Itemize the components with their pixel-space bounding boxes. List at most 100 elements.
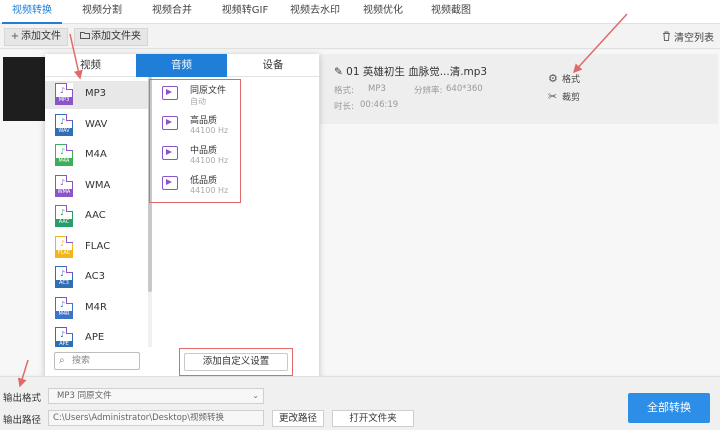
- change-path-button[interactable]: 更改路径: [272, 410, 324, 427]
- tab-video-to-gif[interactable]: 视频转GIF: [212, 0, 278, 24]
- audio-quality-icon: [162, 146, 178, 160]
- quality-detail: 44100 Hz: [190, 126, 229, 135]
- format-item-ac3[interactable]: ♪ AC3 AC3: [45, 264, 148, 292]
- pencil-icon[interactable]: ✎: [334, 66, 343, 78]
- format-popup: 视频 音频 设备 ♪ MP3 MP3 ♪ WAV WAV ♪ M4A M4A ♪ WMA WMA ♪ AA…: [45, 54, 319, 377]
- output-path-label: 输出路径: [3, 415, 42, 426]
- convert-all-button[interactable]: 全部转换: [628, 393, 710, 423]
- clear-list-label: 清空列表: [674, 33, 714, 44]
- trash-icon: [662, 31, 674, 44]
- tab-video-optimize[interactable]: 视频优化: [354, 0, 412, 24]
- quality-detail: 44100 Hz: [190, 186, 229, 195]
- audio-file-icon: ♪ WMA: [55, 174, 73, 197]
- add-custom-settings-button[interactable]: 添加自定义设置: [184, 353, 288, 371]
- format-item-label: MP3: [85, 88, 107, 99]
- quality-list: 同原文件 自动 高品质 44100 Hz 中品质 44100 Hz 低品质 44100 Hz: [149, 79, 241, 203]
- output-format-select[interactable]: MP3 同原文件 ⌄: [48, 388, 264, 404]
- format-item-m4r[interactable]: ♪ M4R M4R: [45, 295, 148, 323]
- popup-tabs: 视频 音频 设备: [45, 54, 319, 77]
- top-nav: 视频转换 视频分割 视频合并 视频转GIF 视频去水印 视频优化 视频截图: [0, 0, 720, 24]
- format-item-label: WMA: [85, 179, 111, 191]
- format-action-button[interactable]: ⚙ 格式: [548, 72, 580, 85]
- format-item-wma[interactable]: ♪ WMA WMA: [45, 173, 148, 201]
- tab-remove-watermark[interactable]: 视频去水印: [284, 0, 346, 24]
- duration-meta-label: 时长:: [334, 102, 354, 112]
- file-item[interactable]: ✎ 01 英雄初生 血脉觉...清.mp3 格式: MP3 分辨率: 640*3…: [320, 54, 718, 124]
- open-folder-button[interactable]: 打开文件夹: [332, 410, 414, 427]
- format-item-label: FLAC: [85, 240, 111, 252]
- audio-file-icon: ♪ AAC: [55, 205, 73, 227]
- output-path-field[interactable]: C:\Users\Administrator\Desktop\视频转换: [48, 410, 264, 426]
- quality-name: 高品质: [190, 116, 218, 126]
- format-item-label: APE: [85, 332, 105, 343]
- custom-settings-highlight: 添加自定义设置: [179, 348, 293, 376]
- format-item-label: AAC: [85, 210, 106, 221]
- format-search[interactable]: ⌕: [54, 352, 140, 370]
- audio-file-icon: ♪ M4R: [55, 296, 73, 319]
- search-input[interactable]: [72, 355, 138, 367]
- add-file-button[interactable]: + 添加文件: [4, 28, 68, 46]
- plus-icon: +: [10, 31, 20, 42]
- file-name-row: ✎ 01 英雄初生 血脉觉...清.mp3: [334, 64, 487, 79]
- quality-item[interactable]: 低品质 44100 Hz: [156, 172, 240, 200]
- clear-list-button[interactable]: 清空列表: [662, 29, 714, 44]
- audio-quality-icon: [162, 86, 178, 100]
- add-folder-label: 添加文件夹: [91, 31, 141, 42]
- audio-quality-icon: [162, 116, 178, 130]
- toolbar: + 添加文件 添加文件夹 清空列表: [0, 25, 720, 49]
- tab-video-merge[interactable]: 视频合并: [142, 0, 202, 24]
- audio-file-icon: ♪ AC3: [55, 266, 73, 288]
- quality-detail: 44100 Hz: [190, 156, 229, 165]
- resolution-meta-value: 640*360: [446, 84, 483, 94]
- output-format-label: 输出格式: [3, 393, 42, 404]
- add-folder-button[interactable]: 添加文件夹: [74, 28, 148, 46]
- quality-item[interactable]: 高品质 44100 Hz: [156, 112, 240, 140]
- bottom-bar: 输出格式 MP3 同原文件 ⌄ 输出路径 C:\Users\Administra…: [0, 376, 720, 430]
- popup-tab-audio[interactable]: 音频: [136, 54, 227, 77]
- quality-detail: 自动: [190, 97, 206, 106]
- format-item-label: WAV: [85, 118, 108, 130]
- format-item-label: M4A: [85, 149, 107, 160]
- format-item-label: AC3: [85, 271, 106, 282]
- folder-icon: [79, 29, 91, 45]
- scissors-icon: ✂: [548, 90, 558, 103]
- quality-name: 同原文件: [190, 86, 227, 96]
- format-list: ♪ MP3 MP3 ♪ WAV WAV ♪ M4A M4A ♪ WMA WMA ♪ AAC AAC ♪ FLAC…: [45, 77, 148, 347]
- format-item-flac[interactable]: ♪ FLAC FLAC: [45, 234, 148, 262]
- format-meta-value: MP3: [368, 84, 386, 94]
- cut-action-button[interactable]: ✂ 裁剪: [548, 90, 580, 103]
- popup-tab-device[interactable]: 设备: [227, 54, 319, 77]
- audio-file-icon: ♪ FLAC: [55, 235, 73, 258]
- output-format-value: MP3 同原文件: [57, 391, 112, 401]
- quality-name: 中品质: [190, 146, 218, 156]
- audio-file-icon: ♪ WAV: [55, 113, 73, 136]
- chevron-down-icon: ⌄: [252, 391, 259, 400]
- video-thumbnail: [3, 57, 45, 121]
- resolution-meta-label: 分辨率:: [414, 86, 443, 96]
- format-item-mp3[interactable]: ♪ MP3 MP3: [45, 81, 148, 109]
- format-meta-label: 格式:: [334, 86, 354, 96]
- audio-quality-icon: [162, 176, 178, 190]
- format-item-wav[interactable]: ♪ WAV WAV: [45, 112, 148, 140]
- format-item-m4a[interactable]: ♪ M4A M4A: [45, 142, 148, 170]
- add-file-label: 添加文件: [21, 31, 61, 42]
- popup-tab-video[interactable]: 视频: [45, 54, 136, 77]
- cut-action-label: 裁剪: [562, 93, 581, 103]
- audio-file-icon: ♪ M4A: [55, 144, 73, 166]
- audio-file-icon: ♪ MP3: [55, 83, 73, 105]
- tab-video-convert[interactable]: 视频转换: [2, 0, 62, 24]
- tab-video-split[interactable]: 视频分割: [72, 0, 132, 24]
- quality-item[interactable]: 中品质 44100 Hz: [156, 142, 240, 170]
- format-item-label: M4R: [85, 301, 107, 313]
- quality-name: 低品质: [190, 176, 218, 186]
- gear-icon: ⚙: [548, 72, 558, 85]
- tab-video-screenshot[interactable]: 视频截图: [422, 0, 480, 24]
- audio-file-icon: ♪ APE: [55, 327, 73, 347]
- format-action-label: 格式: [562, 75, 581, 85]
- file-name: 01 英雄初生 血脉觉...清.mp3: [346, 66, 488, 78]
- duration-meta-value: 00:46:19: [360, 100, 399, 110]
- quality-item[interactable]: 同原文件 自动: [156, 82, 240, 110]
- format-item-ape[interactable]: ♪ APE APE: [45, 325, 148, 347]
- search-icon: ⌕: [59, 355, 65, 366]
- format-item-aac[interactable]: ♪ AAC AAC: [45, 203, 148, 231]
